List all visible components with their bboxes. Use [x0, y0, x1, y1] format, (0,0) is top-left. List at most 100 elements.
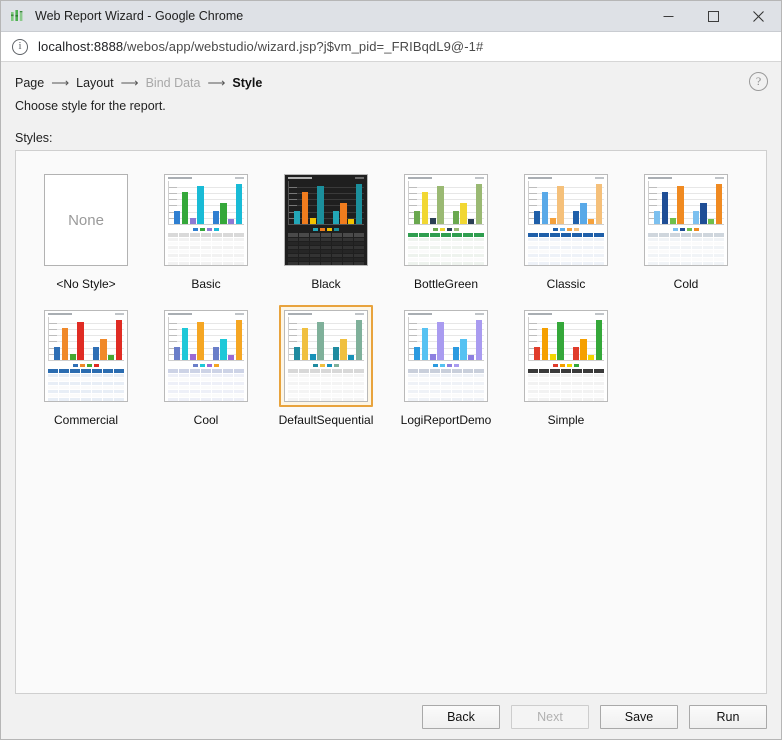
style-thumbnail-preview[interactable]: [44, 310, 128, 402]
style-thumbnail-wrapper[interactable]: None: [39, 169, 133, 271]
chart-bar: [348, 219, 354, 224]
table-row: [528, 262, 604, 265]
table-row: [528, 378, 604, 381]
style-thumbnail-preview[interactable]: [404, 310, 488, 402]
table-row: [168, 374, 244, 377]
style-thumbnail-wrapper[interactable]: [159, 305, 253, 407]
chart-bar: [550, 218, 556, 224]
table-row: [528, 250, 604, 253]
chart-bar: [294, 211, 300, 224]
chart-bar: [228, 355, 234, 360]
table-row: [528, 390, 604, 393]
table-row: [648, 238, 724, 241]
chart-bar: [414, 211, 420, 224]
style-thumbnail-preview[interactable]: [524, 174, 608, 266]
thumbnail-bar-chart: [408, 181, 484, 225]
chart-bar: [468, 219, 474, 224]
breadcrumb-item-layout[interactable]: Layout: [76, 76, 114, 90]
style-option-cool[interactable]: Cool: [146, 299, 266, 435]
style-thumbnail-preview[interactable]: [284, 310, 368, 402]
style-thumbnail-none[interactable]: None: [44, 174, 128, 266]
table-row: [168, 258, 244, 261]
style-thumbnail-preview[interactable]: [284, 174, 368, 266]
style-option-defaultsequential[interactable]: DefaultSequential: [266, 299, 386, 435]
style-thumbnail-preview[interactable]: [164, 174, 248, 266]
style-option-black[interactable]: Black: [266, 163, 386, 299]
next-button: Next: [511, 705, 589, 729]
table-row: [288, 382, 364, 385]
table-row: [408, 262, 484, 265]
save-button[interactable]: Save: [600, 705, 678, 729]
style-thumbnail-preview[interactable]: [404, 174, 488, 266]
table-header-row: [48, 369, 124, 373]
table-header-row: [648, 233, 724, 237]
style-thumbnail-wrapper[interactable]: [159, 169, 253, 271]
table-row: [528, 254, 604, 257]
thumbnail-data-table: [168, 233, 244, 266]
address-bar[interactable]: i localhost:8888/webos/app/webstudio/wiz…: [1, 32, 781, 62]
chart-bar: [453, 347, 459, 360]
table-row: [48, 398, 124, 401]
table-row: [168, 386, 244, 389]
chart-bars: [174, 317, 242, 360]
style-option-label: Commercial: [54, 413, 118, 427]
table-row: [648, 254, 724, 257]
thumbnail-bar-chart: [48, 317, 124, 361]
maximize-button[interactable]: [691, 1, 736, 32]
table-row: [168, 254, 244, 257]
chart-bar: [348, 355, 354, 360]
style-option-simple[interactable]: Simple: [506, 299, 626, 435]
chart-legend: [285, 226, 367, 232]
style-option-logireportdemo[interactable]: LogiReportDemo: [386, 299, 506, 435]
style-option-commercial[interactable]: Commercial: [26, 299, 146, 435]
table-row: [48, 374, 124, 377]
style-option-basic[interactable]: Basic: [146, 163, 266, 299]
table-row: [408, 386, 484, 389]
chart-legend: [45, 362, 127, 368]
style-thumbnail-wrapper[interactable]: [639, 169, 733, 271]
chart-bars: [534, 317, 602, 360]
style-thumbnail-wrapper[interactable]: [279, 305, 373, 407]
chart-bar: [460, 203, 466, 225]
thumbnail-bar-chart: [408, 317, 484, 361]
close-button[interactable]: [736, 1, 781, 32]
table-row: [528, 386, 604, 389]
run-button[interactable]: Run: [689, 705, 767, 729]
chart-legend: [405, 362, 487, 368]
url-text[interactable]: localhost:8888/webos/app/webstudio/wizar…: [38, 39, 483, 54]
chart-bar: [213, 211, 219, 224]
chart-bar: [573, 211, 579, 224]
chart-bar: [220, 339, 226, 361]
chart-bars: [414, 317, 482, 360]
chart-bar: [333, 347, 339, 360]
minimize-button[interactable]: [646, 1, 691, 32]
style-thumbnail-preview[interactable]: [644, 174, 728, 266]
style-thumbnail-wrapper[interactable]: [519, 305, 613, 407]
style-option-label: DefaultSequential: [279, 413, 374, 427]
breadcrumb-item-page[interactable]: Page: [15, 76, 44, 90]
style-thumbnail-wrapper[interactable]: [39, 305, 133, 407]
styles-grid: None<No Style>BasicBlackBottleGreenClass…: [26, 163, 756, 435]
style-option-label: Cold: [674, 277, 699, 291]
chart-bar: [317, 186, 323, 224]
back-button[interactable]: Back: [422, 705, 500, 729]
chart-bars: [414, 181, 482, 224]
style-thumbnail-preview[interactable]: [164, 310, 248, 402]
style-option-classic[interactable]: Classic: [506, 163, 626, 299]
style-thumbnail-wrapper[interactable]: [399, 305, 493, 407]
style-option-cold[interactable]: Cold: [626, 163, 746, 299]
thumbnail-data-table: [48, 369, 124, 402]
chart-bar: [317, 322, 323, 360]
style-thumbnail-wrapper[interactable]: [279, 169, 373, 271]
style-option-no-style[interactable]: None<No Style>: [26, 163, 146, 299]
table-row: [648, 246, 724, 249]
style-thumbnail-preview[interactable]: [524, 310, 608, 402]
style-thumbnail-wrapper[interactable]: [399, 169, 493, 271]
info-circle-icon[interactable]: i: [12, 39, 28, 55]
help-icon[interactable]: ?: [749, 72, 768, 91]
chart-bar: [174, 347, 180, 360]
style-option-bottlegreen[interactable]: BottleGreen: [386, 163, 506, 299]
chart-bar: [437, 322, 443, 360]
style-thumbnail-wrapper[interactable]: [519, 169, 613, 271]
chart-bar: [542, 328, 548, 360]
